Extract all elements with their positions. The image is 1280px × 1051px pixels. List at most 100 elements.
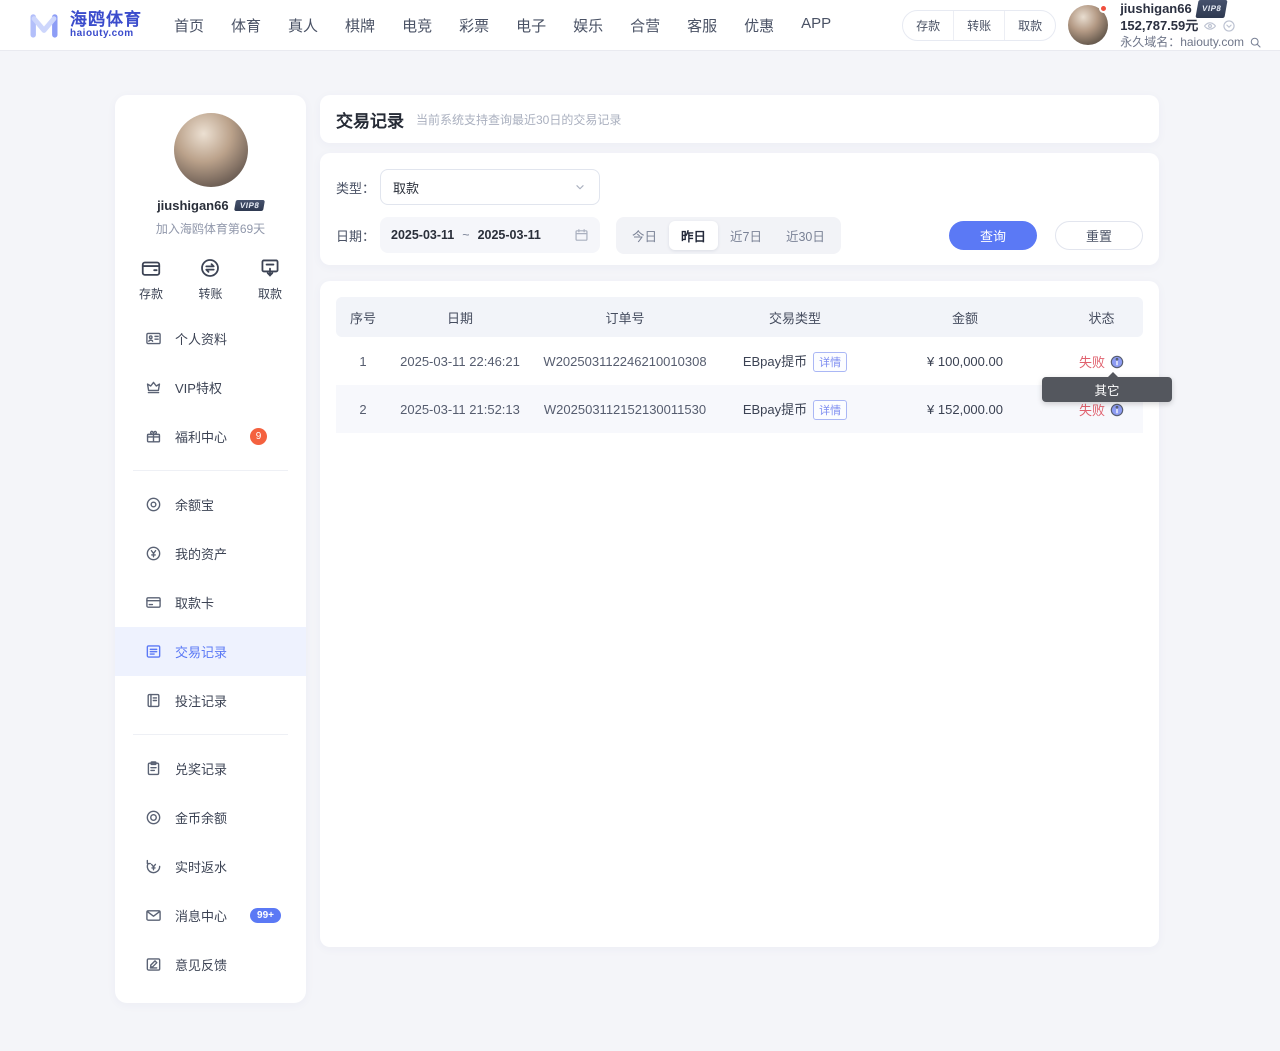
type-select-value: 取款 <box>393 178 419 197</box>
quick-action-label: 转账 <box>198 285 222 302</box>
sidebar: jiushigan66 VIP8 加入海鸥体育第69天 存款转账取款 个人资料V… <box>115 95 306 1003</box>
chevron-down-icon <box>573 180 587 194</box>
date-from: 2025-03-11 <box>391 228 454 242</box>
sidebar-item[interactable]: 兑奖记录 <box>115 744 306 793</box>
bank-card-icon <box>145 594 162 611</box>
sidebar-item[interactable]: 我的资产 <box>115 529 306 578</box>
column-header: 金额 <box>870 297 1060 337</box>
reset-button[interactable]: 重置 <box>1055 221 1143 250</box>
cell-amount: ¥ 100,000.00 <box>870 337 1060 385</box>
cell-index: 1 <box>336 337 390 385</box>
search-button[interactable]: 查询 <box>949 221 1037 250</box>
type-select[interactable]: 取款 <box>380 169 600 205</box>
username: jiushigan66 <box>1120 1 1192 17</box>
range-button[interactable]: 今日 <box>620 221 669 250</box>
status-label: 失败 <box>1079 355 1105 370</box>
yuebao-icon <box>145 496 162 513</box>
amount-value: ¥ 152,000.00 <box>927 402 1003 417</box>
sidebar-item-label: 消息中心 <box>175 906 227 925</box>
page-title: 交易记录 <box>336 107 404 132</box>
sidebar-item[interactable]: 投注记录 <box>115 676 306 725</box>
logo[interactable]: 海鸥体育 haiouty.com <box>26 7 142 43</box>
calendar-icon <box>574 228 589 243</box>
page-subtitle: 当前系统支持查询最近30日的交易记录 <box>416 111 621 128</box>
eye-icon[interactable] <box>1203 19 1217 33</box>
status-tooltip: 其它 <box>1042 377 1172 402</box>
sidebar-item[interactable]: 余额宝 <box>115 480 306 529</box>
nav-item[interactable]: 客服 <box>687 15 717 36</box>
circle-chevron-icon[interactable] <box>1222 19 1236 33</box>
cell-amount: ¥ 152,000.00 <box>870 385 1060 433</box>
detail-link[interactable]: 详情 <box>813 400 847 420</box>
sidebar-item-label: 我的资产 <box>175 544 227 563</box>
nav-item[interactable]: 真人 <box>288 15 318 36</box>
nav-item[interactable]: 棋牌 <box>345 15 375 36</box>
join-days-text: 加入海鸥体育第69天 <box>156 220 265 237</box>
nav-item[interactable]: 体育 <box>231 15 261 36</box>
sidebar-item-label: 投注记录 <box>175 691 227 710</box>
nav-item[interactable]: 电子 <box>516 15 546 36</box>
search-icon[interactable] <box>1249 36 1262 49</box>
nav-item[interactable]: 优惠 <box>744 15 774 36</box>
cell-type: EBpay提币详情 <box>720 385 870 433</box>
avatar[interactable] <box>1068 5 1108 45</box>
info-icon[interactable] <box>1110 403 1124 417</box>
avatar[interactable] <box>174 113 248 187</box>
date-range-input[interactable]: 2025-03-11 ~ 2025-03-11 <box>380 217 600 253</box>
sidebar-item[interactable]: 消息中心99+ <box>115 891 306 940</box>
wallet-action-button[interactable]: 取款 <box>1004 11 1055 40</box>
badge: 9 <box>250 428 267 445</box>
column-header: 日期 <box>390 297 530 337</box>
nav-item[interactable]: 合营 <box>630 15 660 36</box>
sidebar-item-label: 实时返水 <box>175 857 227 876</box>
wallet-action-button[interactable]: 存款 <box>903 11 953 40</box>
info-icon[interactable] <box>1110 355 1124 369</box>
range-button[interactable]: 昨日 <box>669 221 718 250</box>
quick-action-transfer[interactable]: 转账 <box>198 257 222 302</box>
nav-item[interactable]: 娱乐 <box>573 15 603 36</box>
transfer-icon <box>199 257 221 279</box>
quick-range-group: 今日昨日近7日近30日 <box>616 217 841 254</box>
coin-icon <box>145 809 162 826</box>
wallet-action-button[interactable]: 转账 <box>953 11 1004 40</box>
quick-action-withdraw[interactable]: 取款 <box>258 257 282 302</box>
sidebar-item-label: 福利中心 <box>175 427 227 446</box>
sidebar-item[interactable]: 福利中心 9 <box>115 412 306 461</box>
divider <box>133 470 288 471</box>
table-header-row: 序号日期订单号交易类型金额状态 <box>336 297 1143 337</box>
sidebar-item[interactable]: 个人资料 <box>115 314 306 363</box>
sidebar-item[interactable]: 交易记录 <box>115 627 306 676</box>
sidebar-item[interactable]: 金币余额 <box>115 793 306 842</box>
range-button[interactable]: 近7日 <box>718 221 774 250</box>
crown-icon <box>145 379 162 396</box>
transaction-type: EBpay提币 <box>743 354 807 369</box>
nav-item[interactable]: 电竞 <box>402 15 432 36</box>
nav-item[interactable]: 彩票 <box>459 15 489 36</box>
records-table: 序号日期订单号交易类型金额状态 12025-03-11 22:46:21W202… <box>336 297 1143 433</box>
quick-action-label: 取款 <box>258 285 282 302</box>
redeem-icon <box>145 760 162 777</box>
range-button[interactable]: 近30日 <box>774 221 837 250</box>
quick-action-label: 存款 <box>139 285 163 302</box>
id-card-icon <box>145 330 162 347</box>
vip-badge: VIP8 <box>234 200 265 211</box>
quick-action-wallet[interactable]: 存款 <box>139 257 163 302</box>
sidebar-item-label: 意见反馈 <box>175 955 227 974</box>
cell-order-number: W202503112246210010308 <box>530 337 720 385</box>
sidebar-item[interactable]: 意见反馈 <box>115 940 306 989</box>
table-row: 12025-03-11 22:46:21W2025031122462100103… <box>336 337 1143 385</box>
status-label: 失败 <box>1079 403 1105 418</box>
sidebar-item[interactable]: VIP特权 <box>115 363 306 412</box>
nav-item[interactable]: APP <box>801 15 831 36</box>
sidebar-item-label: 兑奖记录 <box>175 759 227 778</box>
wallet-action-group: 存款转账取款 <box>902 10 1056 41</box>
rebate-icon <box>145 858 162 875</box>
logo-icon <box>26 7 62 43</box>
sidebar-item[interactable]: 取款卡 <box>115 578 306 627</box>
column-header: 订单号 <box>530 297 720 337</box>
divider <box>133 734 288 735</box>
nav-item[interactable]: 首页 <box>174 15 204 36</box>
detail-link[interactable]: 详情 <box>813 352 847 372</box>
sidebar-item[interactable]: 实时返水 <box>115 842 306 891</box>
sidebar-item-label: 余额宝 <box>175 495 214 514</box>
